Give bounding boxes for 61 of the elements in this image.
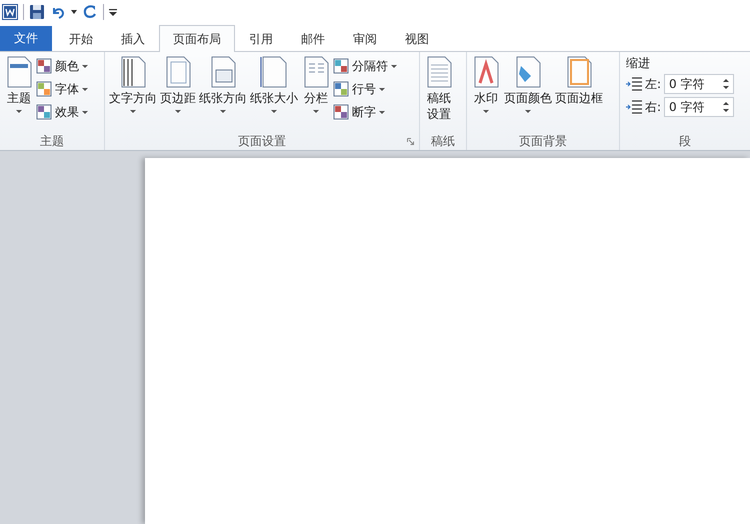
group-label: 段 (679, 132, 691, 150)
button-label: 页面颜色 (504, 90, 552, 106)
ribbon-tab[interactable]: 页面布局 (159, 25, 235, 52)
dialog-launcher-icon[interactable] (407, 138, 414, 145)
button-label: 主题 (7, 90, 31, 106)
section-heading: 缩进 (626, 55, 651, 71)
ribbon-button[interactable]: 主题 (3, 55, 35, 114)
caret-icon[interactable] (71, 10, 77, 14)
button-label: 纸张大小 (250, 90, 298, 106)
ribbon-button[interactable]: 页面颜色 (503, 55, 553, 114)
button-label: 页面边框 (555, 90, 603, 106)
ribbon-tab[interactable]: 开始 (55, 26, 107, 52)
spinner-arrows-icon (723, 78, 730, 90)
ribbon-tab[interactable]: 视图 (391, 26, 443, 52)
ribbon-button[interactable]: 分隔符 (333, 56, 397, 76)
customize-menu-icon[interactable] (109, 8, 117, 16)
group-label: 主题 (40, 132, 64, 150)
ribbon-tab[interactable]: 邮件 (287, 26, 339, 52)
indent-icon (626, 77, 642, 91)
redo-icon[interactable] (82, 4, 98, 20)
small-icon (333, 104, 349, 120)
ribbon-button[interactable]: 文字方向 (108, 55, 158, 114)
file-tab[interactable]: 文件 (0, 26, 52, 51)
button-label: 水印 (474, 90, 498, 106)
document-icon (259, 56, 289, 88)
button-label: 分栏 (304, 90, 328, 106)
button-label: 纸张方向 (199, 90, 247, 106)
ribbon-button[interactable]: 页面边框 (554, 55, 604, 107)
ribbon-tab[interactable]: 引用 (235, 26, 287, 52)
spinner-arrows-icon (723, 101, 730, 113)
ribbon-button[interactable]: 纸张大小 (249, 55, 299, 114)
button-label: 文字方向 (109, 90, 157, 106)
ribbon-tab[interactable]: 审阅 (339, 26, 391, 52)
ribbon-button[interactable]: 纸张方向 (198, 55, 248, 114)
ribbon-button[interactable]: 分栏 (300, 55, 332, 114)
app-logo-icon[interactable] (2, 4, 18, 20)
small-icon (333, 81, 349, 97)
small-icon (36, 81, 52, 97)
group-label: 页面设置 (238, 132, 286, 150)
group-label: 页面背景 (519, 132, 567, 150)
ribbon-button[interactable]: 断字 (333, 102, 397, 122)
ribbon-button[interactable]: 稿纸设置 (423, 55, 455, 123)
small-icon (333, 58, 349, 74)
ribbon-button[interactable]: 颜色 (36, 56, 88, 76)
field-label: 右: (645, 98, 662, 116)
indent-spinner-field[interactable]: 0 字符 (664, 97, 734, 117)
indent-icon (626, 100, 642, 114)
group-label: 稿纸 (431, 132, 455, 150)
save-icon[interactable] (29, 4, 45, 20)
button-label: 页边距 (160, 90, 196, 106)
ribbon-button[interactable]: 行号 (333, 79, 397, 99)
ribbon-button[interactable]: 水印 (470, 55, 502, 114)
small-icon (36, 104, 52, 120)
field-label: 左: (645, 76, 662, 92)
ribbon-tab[interactable]: 插入 (107, 26, 159, 52)
ribbon-button[interactable]: 效果 (36, 102, 88, 122)
ribbon-button[interactable]: 页边距 (159, 55, 197, 114)
button-label: 稿纸设置 (427, 90, 451, 122)
small-icon (36, 58, 52, 74)
indent-spinner-field[interactable]: 0 字符 (664, 74, 734, 94)
ribbon-button[interactable]: 字体 (36, 79, 88, 99)
